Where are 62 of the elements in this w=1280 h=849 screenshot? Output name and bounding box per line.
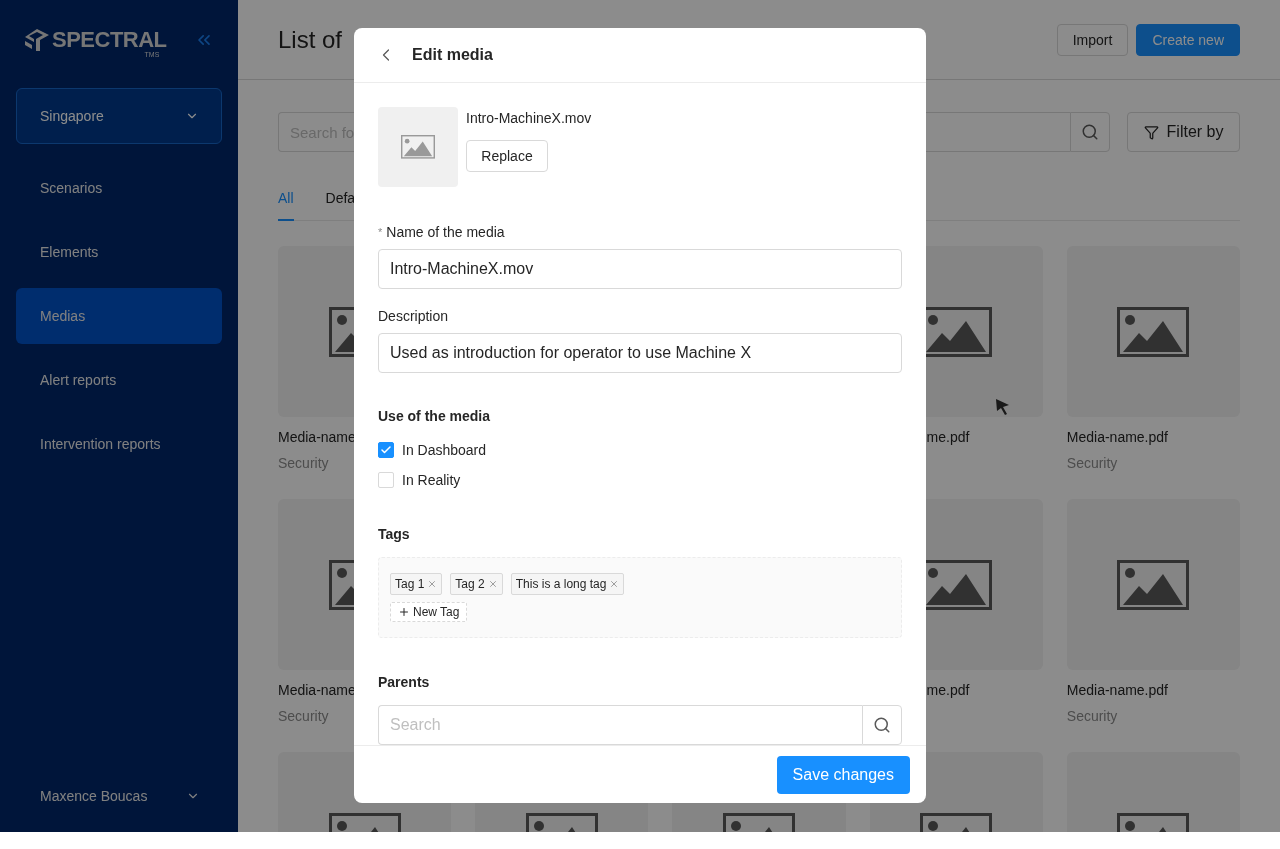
sidebar-item[interactable]: Elements — [16, 224, 222, 280]
save-button[interactable]: Save changes — [776, 755, 910, 794]
sidebar-item[interactable]: Alert reports — [16, 352, 222, 408]
tab[interactable]: All — [278, 178, 294, 221]
field-label: Name of the media — [386, 223, 505, 242]
cursor-icon — [995, 398, 1011, 416]
search-icon — [873, 716, 891, 734]
text-field[interactable]: Used as introduction for operator to use Machine X — [378, 333, 902, 373]
section-label: Use of the media — [378, 407, 491, 426]
filter-icon — [1143, 124, 1159, 140]
site-select[interactable]: Singapore — [16, 88, 222, 144]
replace-button[interactable]: Replace — [466, 140, 548, 172]
media-name: Media-name — [278, 429, 356, 445]
dialog-title: Edit media — [412, 46, 493, 64]
plus-icon — [398, 606, 410, 618]
search-button[interactable] — [1070, 112, 1110, 152]
sidebar-item[interactable]: Medias — [16, 288, 222, 344]
media-name: Media-name — [278, 682, 356, 698]
check-icon — [380, 444, 392, 456]
tag-label: Tag 2 — [455, 577, 485, 591]
section-label: Tags — [378, 525, 410, 544]
page-title: List of — [278, 25, 343, 54]
image-icon — [1117, 559, 1190, 610]
tag-label: Tag 1 — [395, 577, 425, 591]
search-field[interactable]: Search — [378, 705, 862, 745]
close-icon[interactable] — [427, 579, 438, 589]
search-button[interactable] — [862, 705, 902, 745]
sidebar-item[interactable]: Intervention reports — [16, 416, 222, 472]
media-name: me.pdf — [925, 682, 970, 698]
filter-button[interactable]: Filter by — [1127, 112, 1240, 152]
media-category: Security — [278, 708, 329, 724]
user-menu[interactable]: Maxence Boucas — [16, 776, 222, 816]
checkbox[interactable] — [378, 442, 394, 458]
image-icon — [401, 135, 435, 159]
media-name: Media-name.pdf — [1066, 682, 1168, 698]
close-icon[interactable] — [487, 579, 498, 589]
sidebar-item[interactable]: Scenarios — [16, 160, 222, 216]
required-mark: * — [378, 225, 383, 240]
field-label: Description — [378, 307, 449, 326]
media-category: Security — [1066, 708, 1118, 724]
tag-label: This is a long tag — [515, 577, 607, 591]
logo-icon — [24, 28, 50, 52]
tab[interactable]: Defa — [325, 178, 356, 221]
media-category: Security — [1066, 455, 1118, 471]
media-thumbnail[interactable] — [1066, 499, 1240, 670]
media-thumbnail[interactable] — [1066, 246, 1240, 417]
logo-wordmark: SPECTRAL — [52, 29, 167, 51]
checkbox-label: In Reality — [402, 472, 461, 488]
checkbox-label: In Dashboard — [402, 442, 487, 458]
close-icon[interactable] — [609, 579, 620, 589]
file-name: Intro-MachineX.mov — [466, 110, 592, 126]
media-name: me.pdf — [925, 429, 970, 445]
create-button[interactable]: Create new — [1136, 23, 1240, 56]
media-category: Security — [278, 455, 329, 471]
media-name: Media-name.pdf — [1066, 429, 1168, 445]
text-field[interactable]: Intro-MachineX.mov — [378, 249, 902, 289]
image-icon — [1117, 306, 1190, 357]
tags-field[interactable]: Tag 1 Tag 2 This is a long tag New Tag — [378, 557, 902, 638]
new-tag-button[interactable]: New Tag — [390, 602, 468, 622]
search-icon — [1081, 123, 1099, 141]
import-button[interactable]: Import — [1056, 23, 1129, 56]
section-label: Parents — [378, 673, 430, 692]
